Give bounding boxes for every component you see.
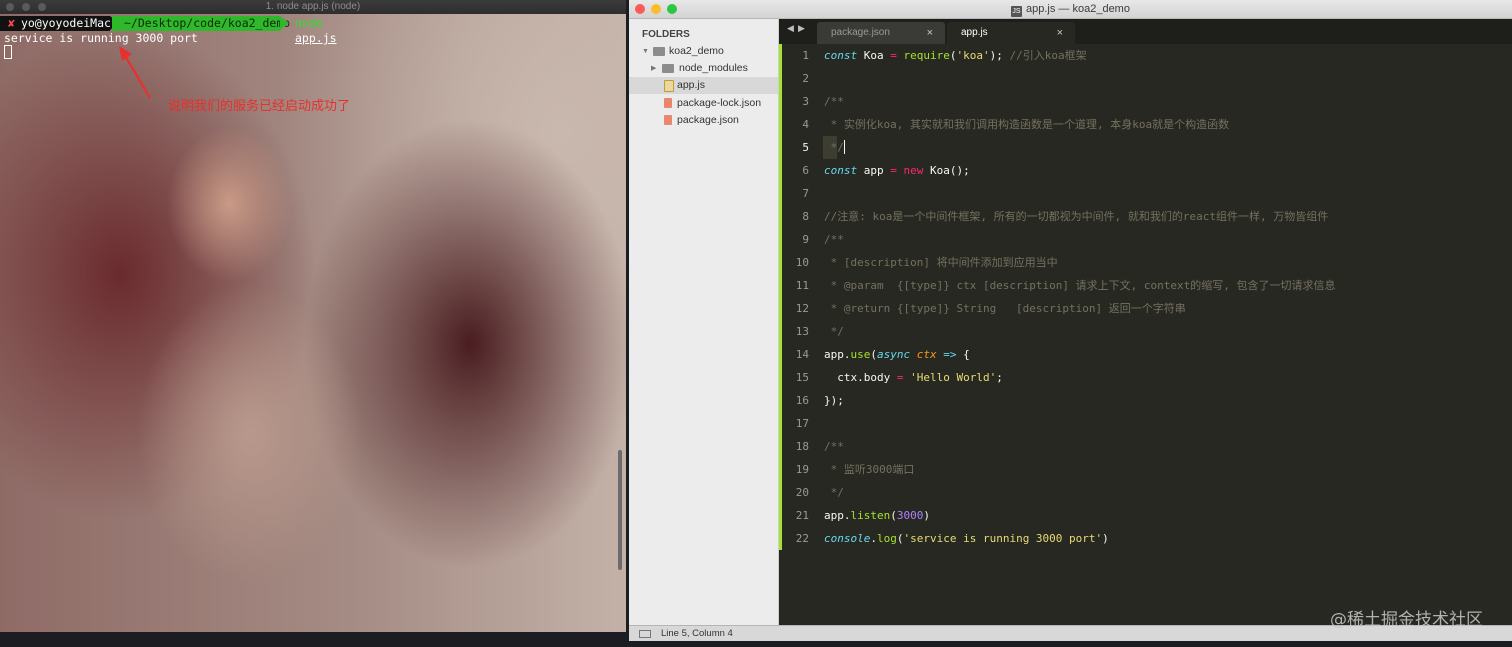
code-line-1[interactable]: const Koa = require('koa'); //引入koa框架 bbox=[824, 44, 1087, 67]
terminal-title: 1. node app.js (node) bbox=[265, 1, 361, 12]
prompt-user: yo@yoyodeiMac bbox=[20, 16, 111, 30]
code-line-10[interactable]: * [description] 将中间件添加到应用当中 bbox=[824, 251, 1058, 274]
close-icon[interactable]: × bbox=[1057, 22, 1063, 44]
line-number: 4 bbox=[802, 118, 809, 131]
prompt-separator-icon bbox=[280, 16, 289, 30]
line-number: 10 bbox=[795, 256, 809, 269]
terminal-cursor bbox=[4, 45, 12, 59]
code-line-4[interactable]: * 实例化koa, 其实就和我们调用构造函数是一个道理, 本身koa就是个构造函… bbox=[824, 113, 1229, 136]
code-line-21[interactable]: app.listen(3000) bbox=[824, 504, 930, 527]
editor-title: JS app.js — koa2_demo bbox=[629, 0, 1512, 18]
line-number-gutter: 1 2 3 4 5 6 7 8 9 10 11 12 13 14 15 16 17 18 19 20 21 22 bbox=[779, 44, 823, 625]
terminal-scrollbar[interactable] bbox=[618, 450, 622, 570]
cursor-position: Line 5, Column 4 bbox=[661, 628, 733, 639]
code-line-9[interactable]: /** bbox=[824, 228, 844, 251]
annotation-arrow-icon bbox=[119, 46, 151, 99]
line-number: 16 bbox=[795, 394, 809, 407]
line-number: 7 bbox=[802, 187, 809, 200]
line-number: 2 bbox=[802, 72, 809, 85]
code-line-6[interactable]: const app = new Koa(); bbox=[824, 159, 970, 182]
sidebar-item-label: koa2_demo bbox=[669, 45, 724, 57]
tab-package-json[interactable]: package.json × bbox=[817, 22, 945, 44]
line-number: 13 bbox=[795, 325, 809, 338]
prompt-user-segment: ✘ yo@yoyodeiMac bbox=[0, 16, 111, 31]
sidebar: FOLDERS ▼ koa2_demo ▶ node_modules app.j… bbox=[629, 19, 779, 625]
code-line-12[interactable]: * @return {[type]} String [description] … bbox=[824, 297, 1186, 320]
line-number: 1 bbox=[802, 49, 809, 62]
code-line-20[interactable]: */ bbox=[824, 481, 844, 504]
sidebar-item-label: package-lock.json bbox=[677, 97, 762, 109]
json-file-icon bbox=[664, 98, 672, 108]
nav-back-icon[interactable]: ◀ bbox=[787, 24, 794, 34]
error-mark-icon: ✘ bbox=[8, 16, 15, 30]
line-number: 8 bbox=[802, 210, 809, 223]
code-line-18[interactable]: /** bbox=[824, 435, 844, 458]
json-file-icon bbox=[664, 115, 672, 125]
prompt-path: ~/Desktop/code/koa2_demo bbox=[112, 16, 290, 31]
line-number: 18 bbox=[795, 440, 809, 453]
chevron-down-icon[interactable]: ▼ bbox=[642, 43, 649, 60]
line-number: 20 bbox=[795, 486, 809, 499]
tab-label: app.js bbox=[961, 27, 988, 38]
annotation-text: 说明我们的服务已经启动成功了 bbox=[168, 99, 351, 114]
code-line-15[interactable]: ctx.body = 'Hello World'; bbox=[824, 366, 1003, 389]
code-line-11[interactable]: * @param {[type]} ctx [description] 请求上下… bbox=[824, 274, 1336, 297]
line-number: 19 bbox=[795, 463, 809, 476]
folders-header: FOLDERS bbox=[642, 29, 690, 40]
code-editor[interactable]: 1 2 3 4 5 6 7 8 9 10 11 12 13 14 15 16 17 18 19 20 21 22 cons… bbox=[779, 44, 1512, 625]
sidebar-item-koa2-demo[interactable]: ▼ koa2_demo bbox=[629, 43, 778, 60]
code-line-5[interactable]: */ bbox=[824, 136, 845, 159]
modified-lines-indicator bbox=[779, 44, 782, 550]
tab-app-js[interactable]: app.js × bbox=[947, 22, 1075, 44]
line-number: 21 bbox=[795, 509, 809, 522]
terminal-output-line: service is running 3000 port bbox=[4, 31, 198, 45]
editor-title-text: app.js — koa2_demo bbox=[1026, 3, 1130, 15]
sidebar-item-label: node_modules bbox=[679, 62, 748, 74]
line-number: 5 bbox=[802, 141, 809, 154]
sidebar-item-label: app.js bbox=[677, 79, 706, 91]
line-number: 6 bbox=[802, 164, 809, 177]
code-line-3[interactable]: /** bbox=[824, 90, 844, 113]
document-icon: JS bbox=[1011, 6, 1023, 17]
command-arg: app.js bbox=[295, 31, 337, 45]
close-icon[interactable]: × bbox=[927, 22, 933, 44]
watermark: @稀土掘金技术社区 bbox=[1330, 610, 1483, 630]
folder-icon bbox=[662, 64, 674, 73]
tab-bar: ◀ ▶ package.json × app.js × bbox=[779, 19, 1512, 44]
folder-icon bbox=[653, 47, 665, 56]
sidebar-item-package-json[interactable]: package.json bbox=[629, 112, 778, 129]
editor-window[interactable]: JS app.js — koa2_demo FOLDERS ▼ koa2_demo… bbox=[629, 0, 1512, 641]
code-line-14[interactable]: app.use(async ctx => { bbox=[824, 343, 970, 366]
code-line-22[interactable]: console.log('service is running 3000 por… bbox=[824, 527, 1109, 550]
editor-titlebar: JS app.js — koa2_demo bbox=[629, 0, 1512, 19]
line-number: 22 bbox=[795, 532, 809, 545]
line-number: 14 bbox=[795, 348, 809, 361]
line-number: 9 bbox=[802, 233, 809, 246]
sidebar-item-label: package.json bbox=[677, 114, 739, 126]
code-line-8[interactable]: //注意: koa是一个中间件框架, 所有的一切都视为中间件, 就和我们的rea… bbox=[824, 205, 1328, 228]
js-file-icon bbox=[664, 80, 674, 92]
terminal-window[interactable]: 1. node app.js (node) ✘ yo@yoyodeiMac ~/D… bbox=[0, 0, 626, 632]
line-number: 12 bbox=[795, 302, 809, 315]
terminal-titlebar: 1. node app.js (node) bbox=[0, 0, 626, 14]
line-number: 15 bbox=[795, 371, 809, 384]
sidebar-item-package-lock-json[interactable]: package-lock.json bbox=[629, 95, 778, 112]
command-name: node bbox=[295, 16, 323, 30]
chevron-right-icon[interactable]: ▶ bbox=[651, 60, 656, 77]
tab-label: package.json bbox=[831, 27, 890, 38]
line-number: 17 bbox=[795, 417, 809, 430]
panel-toggle-icon[interactable] bbox=[639, 630, 651, 638]
line-number: 11 bbox=[795, 279, 809, 292]
code-line-19[interactable]: * 监听3000端口 bbox=[824, 458, 915, 481]
text-caret bbox=[843, 140, 845, 154]
terminal-command: node app.js bbox=[295, 16, 337, 45]
code-line-16[interactable]: }); bbox=[824, 389, 844, 412]
sidebar-item-app-js[interactable]: app.js bbox=[629, 77, 778, 94]
code-line-13[interactable]: */ bbox=[824, 320, 844, 343]
line-number: 3 bbox=[802, 95, 809, 108]
nav-forward-icon[interactable]: ▶ bbox=[798, 24, 805, 34]
sidebar-item-node-modules[interactable]: ▶ node_modules bbox=[629, 60, 778, 77]
